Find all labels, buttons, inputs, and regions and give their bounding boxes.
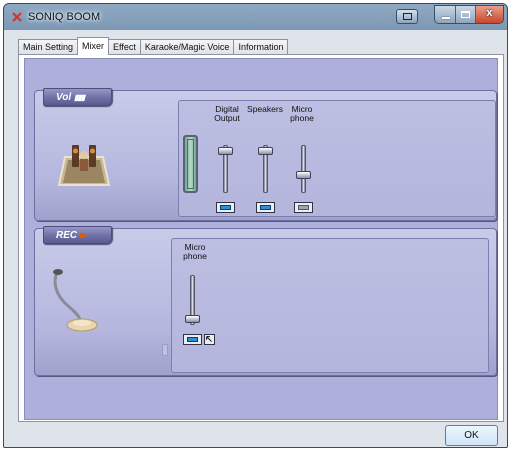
record-label-text: REC — [56, 230, 78, 241]
close-icon: x — [486, 7, 493, 19]
speakers-mute-button[interactable] — [256, 202, 275, 213]
channel-label-speakers: Speakers — [243, 105, 287, 114]
speakers-slider-thumb[interactable] — [258, 147, 273, 155]
tab-mixer[interactable]: Mixer — [77, 37, 110, 55]
digital-output-mute-button[interactable] — [216, 202, 235, 213]
channel-label-digital-output: Digital Output — [207, 105, 247, 123]
volume-section-label: Vol ▮▮▮ — [43, 88, 112, 106]
volume-mixer-panel: Digital Output Speakers Micro phone — [178, 100, 496, 217]
scroll-left-marker — [162, 344, 168, 356]
channel-label-microphone: Micro phone — [287, 105, 317, 123]
microphone-slider-thumb[interactable] — [296, 171, 311, 179]
channel-label-line2: phone — [183, 251, 207, 261]
mixer-tab-panel: Vol ▮▮▮ Digital Output Speakers Micro ph… — [18, 54, 504, 422]
volume-section: Vol ▮▮▮ Digital Output Speakers Micro ph… — [34, 88, 497, 221]
window-title: SONIQ BOOM — [28, 11, 101, 23]
tab-effect[interactable]: Effect — [108, 39, 141, 55]
channel-label-line2: phone — [290, 113, 314, 123]
tab-strip: Main Setting Mixer Effect Karaoke/Magic … — [18, 37, 289, 55]
tab-information[interactable]: Information — [233, 39, 289, 55]
microphone-icon — [53, 269, 98, 332]
tab-karaoke-magic-voice[interactable]: Karaoke/Magic Voice — [139, 39, 235, 55]
close-button[interactable]: x — [475, 6, 503, 23]
tab-main-setting[interactable]: Main Setting — [18, 39, 79, 55]
ok-button[interactable]: OK — [445, 425, 498, 446]
caption-buttons: x — [434, 5, 504, 24]
app-logo-icon — [12, 12, 22, 22]
maximize-button[interactable] — [456, 6, 476, 23]
channel-label-line1: Speakers — [247, 104, 283, 114]
rec-channel-label-microphone: Micro phone — [178, 243, 212, 261]
volume-bars-icon: ▮▮▮ — [73, 93, 85, 102]
maximize-icon — [461, 11, 471, 18]
mute-led-icon — [260, 205, 271, 210]
record-dot-icon — [79, 232, 87, 238]
record-section-label: REC — [43, 226, 112, 244]
microphone-slider-track[interactable] — [301, 145, 306, 193]
channel-label-line2: Output — [214, 113, 240, 123]
title-bar[interactable]: SONIQ BOOM x — [4, 4, 507, 30]
digital-output-slider-thumb[interactable] — [218, 147, 233, 155]
microphone-mute-button[interactable] — [294, 202, 313, 213]
vu-meter-inner — [187, 139, 194, 189]
cursor-arrow-icon — [204, 334, 215, 345]
rec-microphone-slider-thumb[interactable] — [185, 314, 200, 323]
record-mixer-panel: Micro phone — [162, 238, 489, 373]
mute-led-icon — [220, 205, 231, 210]
volume-label-text: Vol — [56, 92, 72, 103]
mute-led-icon — [298, 205, 309, 210]
minimize-button[interactable] — [435, 6, 457, 23]
mixer-background: Vol ▮▮▮ Digital Output Speakers Micro ph… — [24, 58, 498, 420]
mini-mode-button[interactable] — [396, 9, 418, 24]
soniq-boom-window: SONIQ BOOM x Main Setting Mixer Effect K… — [3, 3, 508, 448]
vu-meter — [183, 135, 198, 193]
speaker-stage-icon — [57, 145, 111, 186]
select-led-icon — [187, 337, 198, 342]
minimize-icon — [442, 17, 450, 19]
window-icon — [403, 13, 412, 20]
record-section: REC Micro phone — [34, 226, 497, 376]
rec-microphone-select-button[interactable] — [183, 334, 202, 345]
